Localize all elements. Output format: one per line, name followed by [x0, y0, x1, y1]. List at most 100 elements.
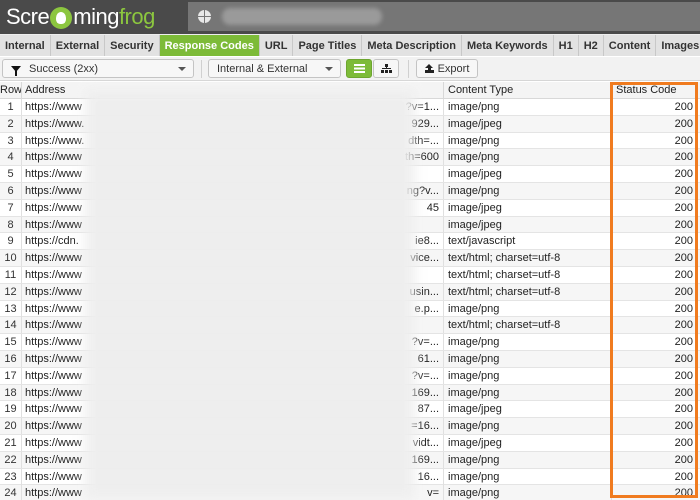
row-number: 4 — [0, 149, 22, 166]
row-number: 17 — [0, 367, 22, 384]
tab-external[interactable]: External — [50, 35, 106, 56]
row-number: 16 — [0, 350, 22, 367]
content-type-cell: text/html; charset=utf-8 — [444, 283, 612, 300]
content-type-cell: image/png — [444, 182, 612, 199]
content-type-cell: text/javascript — [444, 233, 612, 250]
globe-icon — [198, 10, 211, 23]
tab-url[interactable]: URL — [259, 35, 294, 56]
status-code-cell: 200 — [674, 386, 693, 399]
address-start: https://www — [25, 302, 82, 315]
chevron-down-icon — [325, 67, 333, 71]
address-start: https://www — [25, 184, 82, 197]
content-type-cell: text/html; charset=utf-8 — [444, 317, 612, 334]
content-type-cell: image/png — [444, 350, 612, 367]
status-code-cell: 200 — [674, 436, 693, 449]
content-type-cell: image/png — [444, 451, 612, 468]
address-end: ?v=... — [411, 369, 439, 382]
tab-h1[interactable]: H1 — [553, 35, 579, 56]
content-type-cell: image/png — [444, 468, 612, 485]
export-button[interactable]: Export — [416, 59, 478, 78]
content-type-cell: image/jpeg — [444, 199, 612, 216]
toolbar-divider — [408, 60, 409, 78]
content-type-cell: image/png — [444, 99, 612, 115]
address-end: 61... — [417, 352, 439, 365]
logo-text-ming: ming — [73, 4, 119, 29]
scope-value: Internal & External — [217, 62, 308, 75]
status-code-cell: 200 — [674, 184, 693, 197]
tab-meta-keywords[interactable]: Meta Keywords — [461, 35, 554, 56]
content-type-cell: image/jpeg — [444, 401, 612, 418]
row-number: 10 — [0, 250, 22, 267]
status-code-cell: 200 — [674, 235, 693, 248]
tab-h2[interactable]: H2 — [578, 35, 604, 56]
tab-security[interactable]: Security — [105, 35, 160, 56]
export-icon — [424, 64, 434, 73]
address-end: 169... — [411, 386, 439, 399]
column-header-status-code[interactable]: Status Code — [612, 82, 700, 99]
title-bar: Scre ming frog — [0, 0, 700, 34]
row-number: 19 — [0, 401, 22, 418]
status-code-cell: 200 — [674, 252, 693, 265]
status-code-cell: 200 — [674, 403, 693, 416]
screaming-frog-logo: Scre ming frog — [6, 2, 155, 32]
row-number: 15 — [0, 334, 22, 351]
tab-page-titles[interactable]: Page Titles — [293, 35, 363, 56]
logo-text-scre: Scre — [6, 4, 50, 29]
export-label: Export — [437, 62, 470, 75]
address-end: vidt... — [412, 436, 439, 449]
address-start: https://www — [25, 336, 82, 349]
frog-logo-icon — [50, 7, 73, 29]
address-start: https://www — [25, 218, 82, 231]
url-bar[interactable] — [188, 2, 700, 31]
content-type-cell: image/png — [444, 132, 612, 149]
filter-icon — [11, 65, 21, 76]
status-code-cell: 200 — [674, 268, 693, 281]
address-start: https://www — [25, 487, 82, 500]
tree-view-button[interactable] — [373, 59, 399, 78]
row-number: 23 — [0, 468, 22, 485]
content-type-cell: image/jpeg — [444, 166, 612, 183]
row-number: 6 — [0, 182, 22, 199]
address-start: https://www — [25, 453, 82, 466]
logo-text-frog: frog — [118, 4, 155, 29]
status-code-cell: 200 — [674, 168, 693, 181]
toolbar: Success (2xx) Internal & External Export — [0, 57, 700, 81]
status-code-cell: 200 — [674, 420, 693, 433]
address-end: v= — [427, 487, 439, 500]
address-end: ?v=... — [411, 336, 439, 349]
list-view-button[interactable] — [346, 59, 372, 78]
status-code-cell: 200 — [674, 336, 693, 349]
column-header-row[interactable]: Row — [0, 82, 22, 99]
column-header-content-type[interactable]: Content Type — [444, 82, 612, 99]
content-type-cell: image/png — [444, 384, 612, 401]
tab-images[interactable]: Images — [656, 35, 700, 56]
row-number: 3 — [0, 132, 22, 149]
row-number: 21 — [0, 434, 22, 451]
status-code-cell: 200 — [674, 134, 693, 147]
address-end: 169... — [411, 453, 439, 466]
status-code-cell: 200 — [674, 151, 693, 164]
status-code-cell: 200 — [674, 487, 693, 500]
address-start: https://www — [25, 285, 82, 298]
status-code-cell: 200 — [674, 218, 693, 231]
address-start: https://www — [25, 201, 82, 214]
address-start: https://cdn. — [25, 235, 79, 248]
row-number: 9 — [0, 233, 22, 250]
address-start: https://www — [25, 436, 82, 449]
status-code-cell: 200 — [674, 101, 693, 113]
scope-dropdown[interactable]: Internal & External — [208, 59, 341, 78]
tab-response-codes[interactable]: Response Codes — [159, 35, 260, 56]
address-start: https://www — [25, 319, 82, 332]
filter-dropdown[interactable]: Success (2xx) — [2, 59, 194, 78]
address-start: https://www — [25, 420, 82, 433]
tab-internal[interactable]: Internal — [0, 35, 51, 56]
tab-meta-description[interactable]: Meta Description — [362, 35, 462, 56]
address-end: 929... — [411, 117, 439, 130]
status-code-cell: 200 — [674, 117, 693, 130]
tab-content[interactable]: Content — [603, 35, 657, 56]
address-start: https://www — [25, 403, 82, 416]
row-number: 12 — [0, 283, 22, 300]
address-start: https://www — [25, 268, 82, 281]
content-type-cell: image/jpeg — [444, 216, 612, 233]
address-start: https://www — [25, 352, 82, 365]
